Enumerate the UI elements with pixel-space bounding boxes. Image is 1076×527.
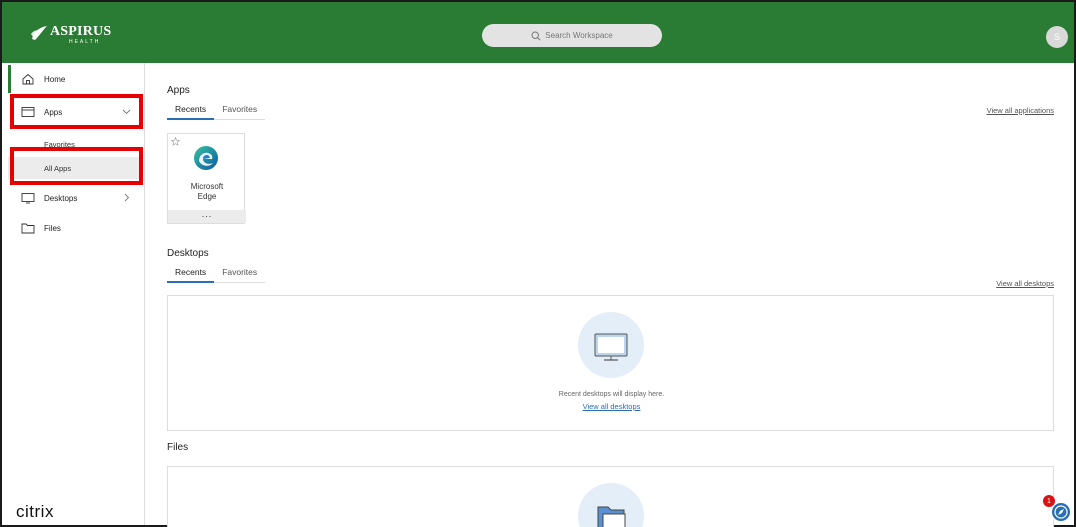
folder-illustration-icon [597, 506, 626, 527]
notification-badge: 1 [1043, 495, 1055, 507]
sidebar-item-files[interactable]: Files [8, 214, 139, 242]
empty-desktop-illustration [578, 312, 644, 378]
desktops-tabs: Recents Favorites [167, 265, 266, 283]
tab-desktops-recents[interactable]: Recents [167, 265, 215, 283]
files-section-title: Files [167, 442, 189, 453]
aspirus-logo[interactable]: ASPIRUS HEALTH [30, 24, 111, 48]
apps-tabs: Recents Favorites [167, 102, 266, 120]
star-icon[interactable] [171, 137, 180, 146]
apps-section-title: Apps [167, 85, 190, 96]
home-icon [22, 73, 34, 85]
user-avatar[interactable]: S [1046, 26, 1068, 48]
sidebar-item-home[interactable]: Home [8, 65, 139, 93]
tab-apps-recents[interactable]: Recents [167, 102, 215, 120]
app-name: Microsoft Edge [168, 182, 246, 202]
microsoft-edge-icon [194, 146, 218, 170]
empty-desktops-message: Recent desktops will display here. [558, 391, 665, 398]
citrix-logo: citrix [16, 502, 54, 521]
main-content: Apps Recents Favorites View all applicat… [145, 63, 1074, 527]
app-name-line1: Microsoft [190, 182, 224, 191]
empty-files-illustration [578, 483, 644, 527]
files-empty-panel [167, 466, 1054, 527]
tab-desktops-favorites[interactable]: Favorites [214, 265, 265, 283]
view-all-desktops-link[interactable]: View all desktops [996, 279, 1054, 288]
folder-icon [21, 223, 35, 234]
brand-name: ASPIRUS [50, 24, 112, 39]
highlight-box-all-apps [10, 147, 143, 185]
app-name-line2: Edge [197, 192, 217, 201]
aspirus-leaf-icon [31, 26, 47, 40]
sidebar-item-label: Desktops [44, 193, 78, 203]
desktop-icon [21, 193, 35, 204]
sidebar-item-label: Home [44, 74, 66, 84]
desktops-empty-panel: Recent desktops will display here. View … [167, 295, 1054, 431]
monitor-icon [594, 333, 628, 361]
top-bar: ASPIRUS HEALTH Search Workspace S [2, 2, 1074, 63]
sidebar-item-desktops[interactable]: Desktops [8, 184, 139, 212]
more-options-button[interactable]: ... [168, 210, 246, 223]
highlight-box-apps [10, 94, 143, 129]
sidebar: Home Apps Favorites All Apps Desktops Fi… [2, 63, 145, 525]
chevron-right-icon [124, 193, 130, 202]
navigation-arrow-icon [1054, 505, 1068, 519]
search-input[interactable]: Search Workspace [482, 24, 662, 47]
view-all-applications-link[interactable]: View all applications [987, 106, 1054, 115]
search-icon [531, 30, 541, 41]
sidebar-item-label: Files [44, 223, 61, 233]
app-card-microsoft-edge[interactable]: Microsoft Edge ... [167, 133, 246, 224]
tab-apps-favorites[interactable]: Favorites [214, 102, 265, 120]
desktops-section-title: Desktops [167, 248, 209, 259]
search-placeholder: Search Workspace [545, 31, 613, 40]
brand-subtitle: HEALTH [68, 39, 101, 45]
empty-view-all-desktops-link[interactable]: View all desktops [168, 402, 1055, 411]
